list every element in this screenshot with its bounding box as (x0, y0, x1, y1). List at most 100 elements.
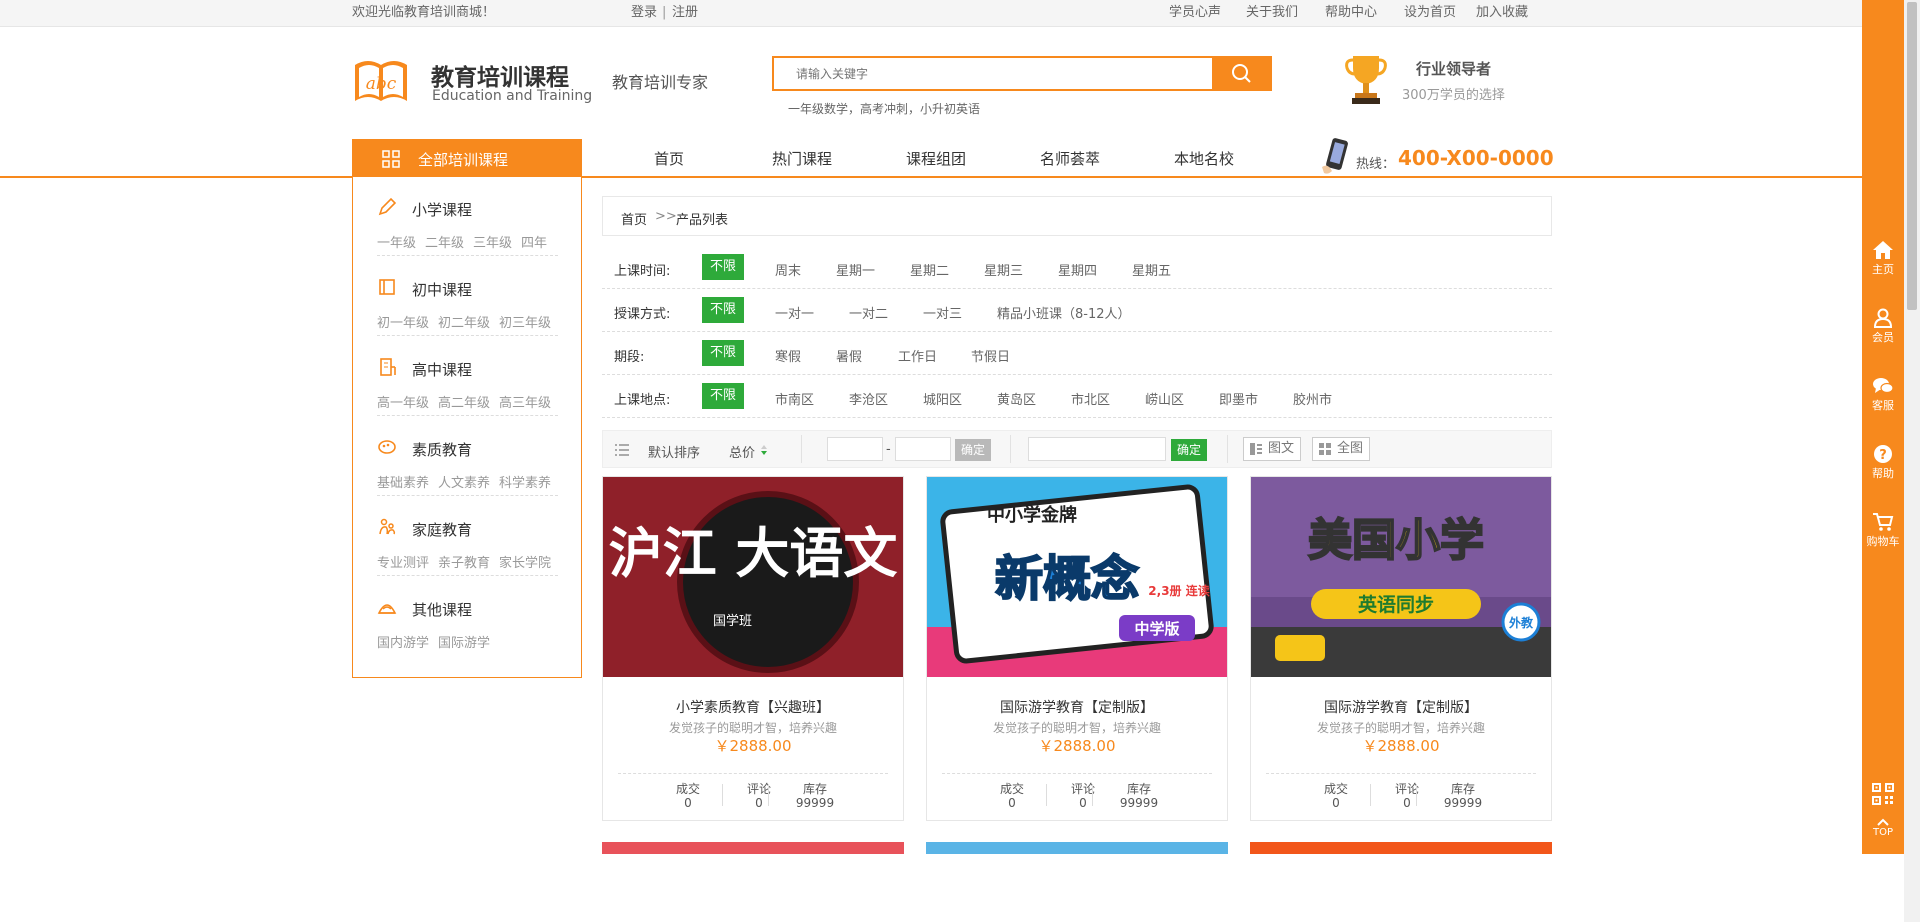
product-name[interactable]: 小学素质教育【兴趣班】 (603, 697, 903, 717)
subcategory-link[interactable]: 专业测评 (377, 556, 429, 571)
subcategory-link[interactable]: 科学素养 (499, 476, 551, 491)
filter-option[interactable]: 市南区 (775, 389, 814, 408)
rightbar-cart[interactable]: 购物车 (1862, 512, 1904, 549)
breadcrumb-home[interactable]: 首页 (621, 209, 647, 228)
filter-option-selected[interactable]: 不限 (702, 340, 745, 366)
product-image[interactable]: 沪江 大语文 国学班 (603, 477, 903, 677)
top-link-about[interactable]: 关于我们 (1246, 5, 1298, 21)
filter-option[interactable]: 星期二 (910, 260, 949, 279)
price-confirm-button[interactable]: 确定 (955, 439, 991, 461)
nav-hot-courses[interactable]: 热门课程 (772, 148, 832, 169)
subcategory-link[interactable]: 二年级 (425, 236, 464, 251)
rightbar-member[interactable]: 会员 (1862, 308, 1904, 345)
hot-search-words[interactable]: 一年级数学，高考冲刺，小升初英语 (788, 100, 980, 117)
keyword-filter-input[interactable] (1028, 437, 1166, 461)
category-middle[interactable]: 初中课程 初一年级 初二年级 初三年级 (353, 257, 581, 337)
filter-option-selected[interactable]: 不限 (702, 383, 745, 409)
category-family[interactable]: 家庭教育 专业测评 亲子教育 家长学院 (353, 497, 581, 577)
price-min-input[interactable] (827, 437, 883, 461)
sort-default[interactable]: 默认排序 (648, 442, 700, 461)
top-link-set-home[interactable]: 设为首页 (1404, 5, 1456, 21)
nav-teachers[interactable]: 名师荟萃 (1040, 148, 1100, 169)
product-card[interactable]: 美国小学 英语同步 外教 国际游学教育【定制版】 发觉孩子的聪明才智，培养兴趣 … (1250, 476, 1552, 821)
filter-option[interactable]: 一对三 (923, 303, 962, 322)
top-link-bookmark[interactable]: 加入收藏 (1476, 5, 1528, 21)
rightbar-help[interactable]: ? 帮助 (1862, 444, 1904, 481)
filter-option[interactable]: 一对一 (775, 303, 814, 322)
filter-option[interactable]: 即墨市 (1219, 389, 1258, 408)
price-max-input[interactable] (895, 437, 951, 461)
subcategory-link[interactable]: 初三年级 (499, 316, 551, 331)
filter-option[interactable]: 周末 (775, 260, 801, 279)
filter-option[interactable]: 黄岛区 (997, 389, 1036, 408)
scrollbar-thumb[interactable] (1907, 2, 1917, 310)
view-list-button[interactable]: 图文 (1243, 437, 1302, 461)
subcategory-link[interactable]: 一年级 (377, 236, 416, 251)
filter-option[interactable]: 一对二 (849, 303, 888, 322)
filter-option[interactable]: 工作日 (898, 346, 937, 365)
subcategory-link[interactable]: 三年级 (473, 236, 512, 251)
filter-option[interactable]: 星期一 (836, 260, 875, 279)
nav-group-courses[interactable]: 课程组团 (906, 148, 966, 169)
subcategory-link[interactable]: 初二年级 (438, 316, 490, 331)
nav-local-schools[interactable]: 本地名校 (1174, 148, 1234, 169)
product-image[interactable]: 中小学金牌 新概念 2,3册 连读 中学版 (927, 477, 1227, 677)
category-quality[interactable]: 素质教育 基础素养 人文素养 科学素养 (353, 417, 581, 497)
product-card-peek[interactable] (926, 842, 1228, 854)
sort-price[interactable]: 总价 (729, 442, 755, 461)
subcategory-link[interactable]: 初一年级 (377, 316, 429, 331)
product-card-peek[interactable] (602, 842, 904, 854)
filter-option[interactable]: 星期五 (1132, 260, 1171, 279)
filter-option[interactable]: 寒假 (775, 346, 801, 365)
category-title[interactable]: 其他课程 (412, 599, 472, 620)
nav-home[interactable]: 首页 (654, 148, 684, 169)
filter-option[interactable]: 星期四 (1058, 260, 1097, 279)
subcategory-link[interactable]: 基础素养 (377, 476, 429, 491)
product-image[interactable]: 美国小学 英语同步 外教 (1251, 477, 1551, 677)
login-link[interactable]: 登录 (631, 5, 657, 21)
subcategory-link[interactable]: 高三年级 (499, 396, 551, 411)
rightbar-home[interactable]: 主页 (1862, 240, 1904, 277)
search-button[interactable] (1212, 56, 1272, 91)
subcategory-link[interactable]: 家长学院 (499, 556, 551, 571)
filter-option-selected[interactable]: 不限 (702, 297, 745, 323)
subcategory-link[interactable]: 人文素养 (438, 476, 490, 491)
category-title[interactable]: 高中课程 (412, 359, 472, 380)
filter-option[interactable]: 崂山区 (1145, 389, 1184, 408)
logo-title[interactable]: 教育培训课程 (431, 58, 569, 92)
filter-option[interactable]: 胶州市 (1293, 389, 1332, 408)
subcategory-link[interactable]: 高二年级 (438, 396, 490, 411)
product-name[interactable]: 国际游学教育【定制版】 (1251, 697, 1551, 717)
product-card[interactable]: 沪江 大语文 国学班 小学素质教育【兴趣班】 发觉孩子的聪明才智，培养兴趣 ￥2… (602, 476, 904, 821)
filter-option[interactable]: 李沧区 (849, 389, 888, 408)
filter-option[interactable]: 星期三 (984, 260, 1023, 279)
top-link-testimonials[interactable]: 学员心声 (1169, 5, 1221, 21)
subcategory-link[interactable]: 国际游学 (438, 636, 490, 651)
subcategory-link[interactable]: 高一年级 (377, 396, 429, 411)
register-link[interactable]: 注册 (672, 5, 698, 21)
rightbar-qrcode[interactable] (1862, 783, 1904, 805)
view-grid-button[interactable]: 全图 (1312, 437, 1371, 461)
rightbar-top[interactable]: TOP (1862, 818, 1904, 838)
rightbar-service[interactable]: 客服 (1862, 376, 1904, 413)
category-other[interactable]: 其他课程 国内游学 国际游学 (353, 577, 581, 657)
top-link-help[interactable]: 帮助中心 (1325, 5, 1377, 21)
category-title[interactable]: 小学课程 (412, 199, 472, 220)
filter-option-selected[interactable]: 不限 (702, 254, 745, 280)
product-card-peek[interactable] (1250, 842, 1552, 854)
subcategory-link[interactable]: 四年 (521, 236, 547, 251)
category-title[interactable]: 家庭教育 (412, 519, 472, 540)
all-courses-menu[interactable]: 全部培训课程 (352, 139, 582, 177)
category-title[interactable]: 初中课程 (412, 279, 472, 300)
keyword-confirm-button[interactable]: 确定 (1171, 439, 1207, 461)
product-card[interactable]: 中小学金牌 新概念 2,3册 连读 中学版 国际游学教育【定制版】 发觉孩子的聪… (926, 476, 1228, 821)
subcategory-link[interactable]: 亲子教育 (438, 556, 490, 571)
page-scrollbar[interactable] (1904, 0, 1920, 922)
filter-option[interactable]: 精品小班课（8-12人） (997, 303, 1131, 322)
product-name[interactable]: 国际游学教育【定制版】 (927, 697, 1227, 717)
filter-option[interactable]: 节假日 (971, 346, 1010, 365)
filter-option[interactable]: 市北区 (1071, 389, 1110, 408)
category-title[interactable]: 素质教育 (412, 439, 472, 460)
category-primary[interactable]: 小学课程 一年级 二年级 三年级 四年 (353, 177, 581, 257)
sort-arrow-icon[interactable] (759, 443, 769, 457)
